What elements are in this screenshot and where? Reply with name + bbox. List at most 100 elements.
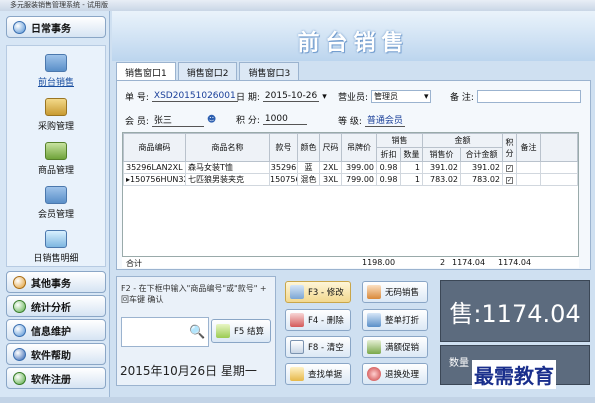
sidebar-info[interactable]: 信息维护 (6, 319, 106, 341)
table-row[interactable]: 35296LAN2XL 森马女装T恤 35296 蓝 2XL 399.00 0.… (123, 161, 578, 174)
chevron-down-icon[interactable]: ▾ (424, 92, 429, 102)
sidebar-item-purchase[interactable]: 采购管理 (7, 98, 105, 132)
sidebar-item-members[interactable]: 会员管理 (7, 186, 105, 220)
info-icon (13, 323, 26, 337)
points-value: 1000 (262, 114, 307, 125)
sidebar-stats[interactable]: 统计分析 (6, 295, 106, 317)
points-checkbox[interactable]: ✓ (502, 161, 517, 174)
total-qty: 2 (440, 258, 446, 267)
salesperson-select[interactable]: 管理员 (371, 90, 432, 103)
cell-qty: 1 (400, 161, 423, 174)
modify-button[interactable]: F3 - 修改 (285, 281, 351, 303)
sidebar-daily-header[interactable]: 日常事务 (6, 16, 106, 38)
sidebar-help[interactable]: 软件帮助 (6, 343, 106, 365)
discount-label: 整单打折 (385, 316, 420, 326)
col-tag-price[interactable]: 吊牌价 (341, 133, 377, 162)
nobarcode-label: 无码销售 (385, 288, 420, 298)
note-row: 备 注: (450, 90, 581, 103)
edit-icon (290, 285, 304, 299)
member-field[interactable]: 张三 (151, 113, 204, 127)
discount-button[interactable]: 整单打折 (362, 309, 428, 331)
cell-filler (540, 173, 578, 186)
tab-sales-window-3[interactable]: 销售窗口3 (239, 62, 300, 80)
current-date: 2015年10月26日 星期一 (120, 364, 257, 378)
salesperson-row: 营业员: 管理员 ▾ (338, 90, 432, 103)
return-icon (367, 367, 381, 381)
calendar-dropdown-icon[interactable]: ▾ (322, 92, 327, 102)
sidebar-help-label: 软件帮助 (31, 350, 71, 362)
col-note[interactable]: 备注 (516, 133, 541, 162)
search-icon[interactable]: 🔍 (189, 325, 205, 340)
cash-icon (216, 324, 230, 338)
sidebar-item-goods[interactable]: 商品管理 (7, 142, 105, 176)
computer-icon (45, 54, 67, 72)
note-label: 备 注: (450, 93, 474, 103)
pen-icon (367, 285, 381, 299)
col-style[interactable]: 款号 (269, 133, 298, 162)
member-search-icon[interactable]: ☻ (207, 115, 216, 125)
tab-sales-window-1[interactable]: 销售窗口1 (116, 62, 176, 81)
qty-label: 数量 (449, 358, 469, 369)
sidebar-item-daily-detail[interactable]: 日销售明细 (7, 230, 105, 264)
cell-sale-price: 391.02 (422, 161, 461, 174)
sidebar-other-label: 其他事务 (31, 278, 71, 290)
checkout-button[interactable]: F5 结算 (211, 319, 271, 343)
cell-qty: 1 (400, 173, 423, 186)
delete-button[interactable]: F4 - 删除 (285, 309, 351, 331)
box-icon (45, 98, 67, 116)
cell-note (516, 161, 541, 174)
col-size[interactable]: 尺码 (319, 133, 342, 162)
clear-label: F8 - 清空 (308, 343, 344, 353)
window-title: 多元服装销售管理系统 - 试用版 (0, 0, 595, 11)
col-name[interactable]: 商品名称 (185, 133, 270, 162)
cell-filler (540, 161, 578, 174)
note-input[interactable] (476, 90, 581, 103)
col-sale-price[interactable]: 销售价 (422, 147, 461, 162)
level-value: 普通会员 (364, 113, 405, 127)
total-amount: 1174.04 (498, 258, 532, 267)
checkout-label: F5 结算 (234, 327, 264, 337)
order-label: 单 号: (125, 93, 149, 103)
col-filler (540, 133, 578, 162)
tab-sales-window-2[interactable]: 销售窗口2 (177, 62, 238, 80)
sidebar-register-label: 软件注册 (31, 374, 71, 386)
cell-style: 35296 (269, 161, 298, 174)
col-code[interactable]: 商品编码 (123, 133, 186, 162)
col-discount[interactable]: 折扣 (376, 147, 401, 162)
sidebar-item-label: 采购管理 (37, 122, 74, 132)
nobarcode-button[interactable]: 无码销售 (362, 281, 428, 303)
col-qty[interactable]: 数量 (400, 147, 423, 162)
col-total[interactable]: 合计金额 (460, 147, 503, 162)
table-row[interactable]: ▸150756HUN3XL 七匹狼男装夹克 150756 混色 3XL 799.… (123, 173, 578, 186)
salesperson-value: 管理员 (374, 92, 399, 101)
group-amount: 金额 (422, 133, 503, 148)
help-icon (13, 347, 26, 361)
col-points[interactable]: 积分 (502, 133, 517, 162)
sidebar-register[interactable]: 软件注册 (6, 367, 106, 389)
delete-icon (290, 313, 304, 327)
member-row: 会 员: 张三 ☻ (125, 113, 216, 127)
discount-icon (367, 313, 381, 327)
lookup-button[interactable]: 查找单据 (285, 363, 351, 385)
sidebar-stats-label: 统计分析 (31, 302, 71, 314)
cell-code-text: 150756HUN3XL (130, 175, 184, 184)
sales-table: 商品编码 商品名称 款号 颜色 尺码 吊牌价 销售 金额 积分 备注 折扣 数量… (122, 132, 579, 268)
cell-style: 150756 (269, 173, 298, 186)
scan-hint: F2 - 在下框中输入"商品编号"或"款号" + 回车键 确认 (121, 284, 267, 304)
sidebar-item-front-sales[interactable]: 前台销售 (7, 54, 105, 88)
col-color[interactable]: 颜色 (297, 133, 320, 162)
group-sales: 销售 (376, 133, 423, 148)
cell-name: 森马女装T恤 (185, 161, 270, 174)
grid-icon (290, 340, 304, 354)
grid-icon (13, 275, 26, 289)
return-button[interactable]: 退换处理 (362, 363, 428, 385)
sidebar-other[interactable]: 其他事务 (6, 271, 106, 293)
date-field[interactable]: 2015-10-26 (262, 91, 320, 102)
points-checkbox[interactable]: ✓ (502, 173, 517, 186)
table-header-row: 商品编码 商品名称 款号 颜色 尺码 吊牌价 销售 金额 积分 备注 (123, 133, 578, 162)
promo-button[interactable]: 满额促销 (362, 336, 428, 358)
clear-button[interactable]: F8 - 清空 (285, 336, 351, 358)
sales-window-tabs: 销售窗口1 销售窗口2 销售窗口3 (116, 62, 300, 81)
sidebar-item-label: 日销售明细 (33, 254, 79, 264)
order-number: XSD20151026001 (151, 91, 238, 102)
